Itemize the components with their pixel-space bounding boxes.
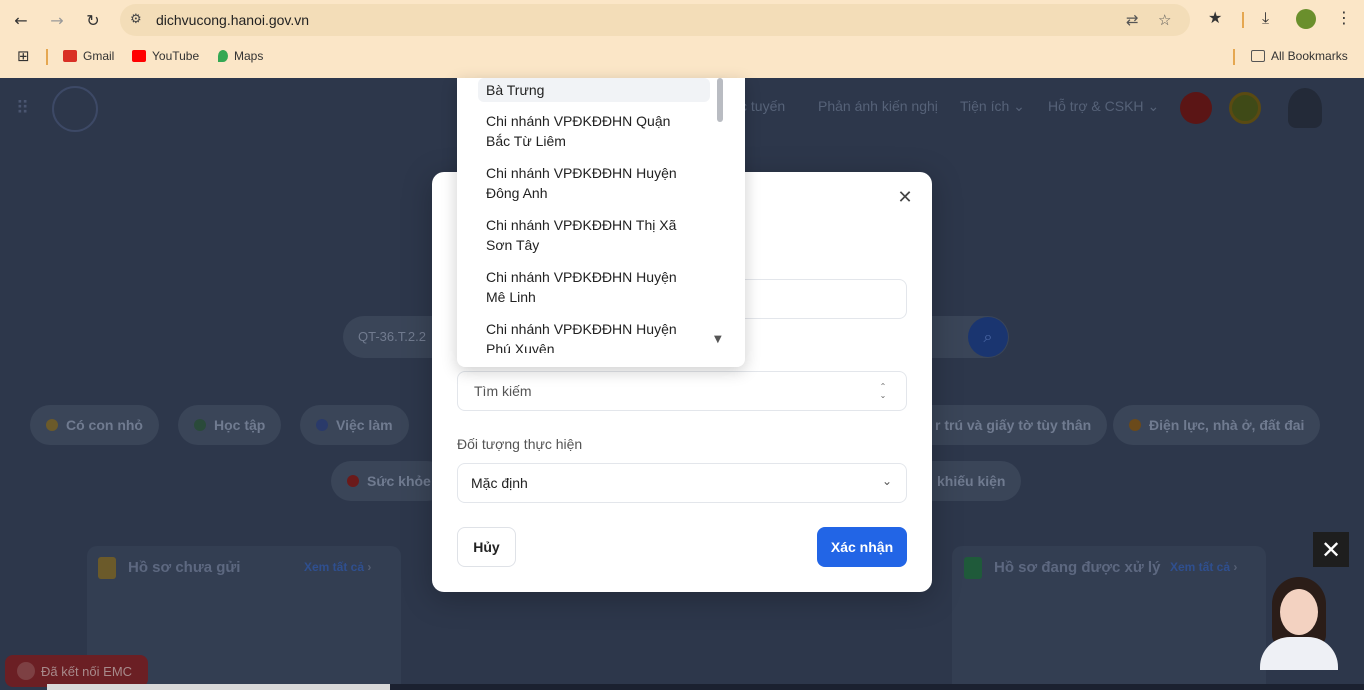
search-select[interactable]: Tìm kiếm ⌃ ⌄ [457, 371, 907, 411]
browser-chrome: ← → ↻ ⚙ dichvucong.hanoi.gov.vn ⇄ ☆ ★ ⤓ … [0, 0, 1364, 78]
translate-icon[interactable]: ⇄ [1126, 11, 1139, 29]
bookmark-maps[interactable]: Maps [218, 49, 263, 63]
chevron-down-icon: ⌄ [1013, 98, 1025, 114]
site-logo[interactable] [52, 86, 98, 132]
profile-avatar[interactable] [1296, 9, 1316, 29]
document-icon [98, 557, 116, 579]
nav-item-support[interactable]: Hỗ trợ & CSKH ⌄ [1048, 98, 1159, 115]
menu-grid-icon[interactable]: ⠿ [16, 98, 29, 119]
dropdown-option[interactable]: Chi nhánh VPĐKĐĐHN Huyện Đông Anh [478, 163, 708, 203]
target-select-value: Mặc định [471, 475, 528, 491]
bottom-strip-dark [390, 684, 1364, 690]
child-icon [46, 419, 58, 431]
graduation-icon [194, 419, 206, 431]
bottom-strip [47, 684, 390, 690]
search-icon[interactable]: ⌕ [968, 317, 1008, 357]
spreadsheet-icon [964, 557, 982, 579]
dropdown-option[interactable]: Bà Trưng [478, 78, 710, 102]
reload-icon[interactable]: ↻ [81, 8, 105, 32]
chat-close-icon[interactable]: ✕ [1313, 532, 1349, 567]
address-bar[interactable]: ⚙ dichvucong.hanoi.gov.vn ⇄ ☆ [120, 4, 1190, 36]
briefcase-icon [316, 419, 328, 431]
bookmarks-divider [46, 49, 48, 65]
card-unsent-view-all[interactable]: Xem tất cả › [304, 560, 371, 574]
bookmark-star-icon[interactable]: ☆ [1158, 11, 1171, 29]
chip-jobs[interactable]: Việc làm [300, 405, 409, 445]
dropdown-option[interactable]: Chi nhánh VPĐKĐĐHN Thị Xã Sơn Tây [478, 215, 708, 255]
chip-residence[interactable]: r trú và giấy tờ tùy thân [905, 405, 1108, 445]
chip-health[interactable]: Sức khỏe [331, 461, 447, 501]
apps-grid-icon[interactable]: ⊞ [17, 47, 30, 65]
chevron-right-icon: › [367, 560, 372, 574]
browser-toolbar: ← → ↻ ⚙ dichvucong.hanoi.gov.vn ⇄ ☆ ★ ⤓ … [0, 0, 1364, 40]
card-processing-view-all[interactable]: Xem tất cả › [1170, 560, 1237, 574]
dropdown-scrollbar-thumb[interactable] [717, 78, 723, 122]
user-avatar[interactable] [1288, 88, 1322, 128]
emc-connection-badge[interactable]: Đã kết nối EMC [5, 655, 148, 687]
chip-study[interactable]: Học tập [178, 405, 282, 445]
card-processing-title: Hồ sơ đang được xử lý [994, 559, 1161, 576]
chevron-down-icon: ⌄ [1147, 98, 1160, 114]
url-text[interactable]: dichvucong.hanoi.gov.vn [156, 12, 309, 28]
dropdown-option[interactable]: Chi nhánh VPĐKĐĐHN Quận Bắc Từ Liêm [478, 111, 708, 151]
chevron-right-icon: › [1233, 560, 1238, 574]
folder-icon [1251, 50, 1265, 62]
chip-housing[interactable]: Điện lực, nhà ở, đất đai [1113, 405, 1321, 445]
house-icon [1129, 419, 1141, 431]
bookmark-youtube[interactable]: YouTube [132, 49, 199, 63]
gmail-icon [63, 50, 77, 62]
back-icon[interactable]: ← [9, 8, 33, 32]
extensions-icon[interactable]: ★ [1208, 8, 1222, 27]
bookmarks-bar: ⊞ Gmail YouTube Maps All Bookmarks [0, 40, 1364, 74]
target-select[interactable]: Mặc định ⌄ [457, 463, 907, 503]
site-info-icon[interactable]: ⚙ [130, 12, 146, 28]
chip-children[interactable]: Có con nhỏ [30, 405, 159, 445]
eye-icon [17, 662, 35, 680]
star-emblem-icon [1180, 92, 1212, 124]
nav-item-utilities[interactable]: Tiện ích ⌄ [960, 98, 1025, 115]
download-icon[interactable]: ⤓ [1262, 8, 1269, 28]
close-icon[interactable]: ✕ [894, 186, 916, 208]
menu-kebab-icon[interactable]: ⋮ [1336, 8, 1352, 27]
chevron-down-icon: ⌄ [881, 474, 892, 488]
heart-icon [347, 475, 359, 487]
forward-icon[interactable]: → [45, 8, 69, 32]
bookmark-gmail[interactable]: Gmail [63, 49, 114, 63]
search-select-placeholder: Tìm kiếm [474, 383, 532, 399]
toolbar-divider [1242, 12, 1244, 28]
nav-item-online[interactable]: c tuyến [740, 98, 785, 114]
maps-icon [218, 50, 228, 62]
youtube-icon [132, 50, 146, 62]
virtual-assistant-avatar[interactable] [1258, 575, 1340, 670]
bookmarks-divider-right [1233, 49, 1235, 65]
card-unsent-title: Hồ sơ chưa gửi [128, 559, 241, 576]
updown-icon: ⌃ ⌄ [879, 382, 887, 400]
agency-dropdown-list[interactable]: Bà Trưng Chi nhánh VPĐKĐĐHN Quận Bắc Từ … [457, 78, 745, 367]
national-emblem-icon [1229, 92, 1261, 124]
nav-item-feedback[interactable]: Phản ánh kiến nghị [818, 98, 938, 114]
dropdown-option[interactable]: Chi nhánh VPĐKĐĐHN Huyện Phú Xuyên [478, 319, 708, 353]
main-search-text: QT-36.T.2.2 [358, 329, 426, 344]
dropdown-option[interactable]: Chi nhánh VPĐKĐĐHN Huyện Mê Linh [478, 267, 708, 307]
confirm-button[interactable]: Xác nhận [817, 527, 907, 567]
cancel-button[interactable]: Hủy [457, 527, 516, 567]
all-bookmarks[interactable]: All Bookmarks [1251, 49, 1348, 63]
target-label: Đối tượng thực hiện [457, 436, 583, 452]
scroll-down-arrow-icon[interactable]: ▼ [714, 334, 722, 345]
